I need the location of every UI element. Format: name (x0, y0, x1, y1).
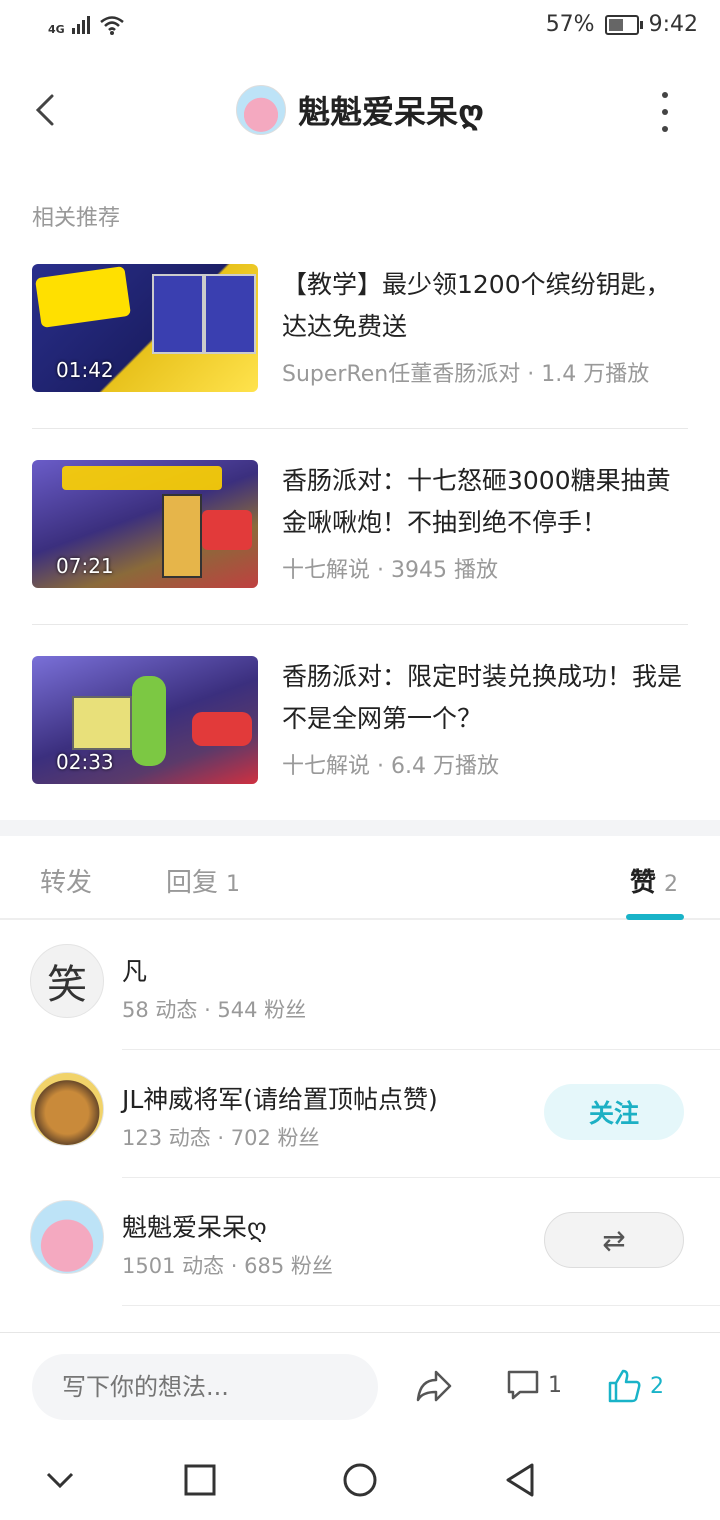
back-nav-icon[interactable] (502, 1462, 538, 1498)
tab-indicator (626, 914, 684, 920)
signal-icon (71, 16, 90, 34)
video-meta: 十七解说 · 6.4 万播放 (282, 754, 499, 779)
follow-button[interactable]: 关注 (544, 1084, 684, 1140)
video-plays: 1.4 万播放 (541, 362, 650, 387)
user-row[interactable]: 笑 凡 58 动态 · 544 粉丝 (0, 922, 720, 1050)
video-title: 香肠派对：限定时装兑换成功！我是不是全网第一个？ (282, 662, 683, 733)
video-title: 香肠派对：十七怒砸3000糖果抽黄金啾啾炮！不抽到绝不停手！ (282, 466, 671, 537)
video-author: 十七解说 (282, 754, 371, 779)
status-bar: 4G 57% 9:42 (0, 0, 720, 56)
avatar[interactable] (235, 85, 286, 135)
thumbs-up-icon (608, 1369, 641, 1403)
tab-label: 赞 (630, 868, 657, 898)
video-duration: 07:21 (56, 554, 114, 578)
battery-icon (604, 14, 643, 35)
share-icon (416, 1370, 452, 1402)
dot-icon (662, 109, 668, 115)
home-icon[interactable] (342, 1462, 378, 1498)
share-button[interactable] (414, 1368, 454, 1404)
avatar[interactable]: 笑 (30, 944, 104, 1018)
video-item[interactable]: 01:42 【教学】最少领1200个缤纷钥匙，达达免费送 SuperRen任董香… (32, 264, 688, 460)
user-name: 凡 (122, 957, 148, 986)
more-menu-button[interactable] (650, 92, 680, 132)
divider (122, 1305, 720, 1306)
comment-icon (507, 1370, 539, 1400)
tab-label: 回复 (166, 868, 219, 898)
chevron-down-icon[interactable] (44, 1468, 76, 1492)
page-title: 魁魁爱呆呆ღ (297, 93, 485, 131)
video-author: SuperRen任董香肠派对 (282, 362, 521, 387)
tab-count: 2 (664, 872, 679, 897)
video-thumbnail[interactable]: 02:33 (32, 656, 258, 784)
user-name: JL神威将军(请给置顶帖点赞) (122, 1085, 438, 1114)
user-name: 魁魁爱呆呆ღ (122, 1213, 267, 1242)
avatar-glyph: 笑 (47, 962, 87, 1008)
comment-button[interactable]: 1 (506, 1368, 562, 1402)
video-plays: 6.4 万播放 (391, 754, 499, 779)
system-nav-bar (0, 1440, 720, 1520)
video-duration: 02:33 (56, 750, 114, 774)
recent-apps-icon[interactable] (184, 1464, 216, 1496)
like-count: 2 (650, 1373, 664, 1399)
avatar[interactable] (30, 1072, 104, 1146)
divider (32, 428, 688, 429)
tab-repost[interactable]: 转发 (40, 862, 92, 899)
video-thumbnail[interactable]: 01:42 (32, 264, 258, 392)
user-meta: 1501 动态 · 685 粉丝 (122, 1254, 333, 1278)
video-duration: 01:42 (56, 358, 114, 382)
user-meta: 123 动态 · 702 粉丝 (122, 1126, 320, 1150)
network-indicator: 4G (48, 14, 125, 36)
video-meta: SuperRen任董香肠派对 · 1.4 万播放 (282, 362, 650, 387)
video-title: 【教学】最少领1200个缤纷钥匙，达达免费送 (282, 270, 671, 341)
dot-icon (662, 126, 668, 132)
divider (32, 624, 688, 625)
tab-label: 转发 (40, 868, 93, 898)
video-meta: 十七解说 · 3945 播放 (282, 558, 498, 583)
video-item[interactable]: 07:21 香肠派对：十七怒砸3000糖果抽黄金啾啾炮！不抽到绝不停手！ 十七解… (32, 460, 688, 656)
tab-divider (0, 918, 720, 920)
wifi-icon (99, 16, 124, 35)
clock: 9:42 (648, 12, 698, 37)
network-type: 4G (48, 23, 65, 36)
section-label: 相关推荐 (32, 206, 121, 231)
mutual-follow-button[interactable]: ⇄ (544, 1212, 684, 1268)
tab-reply[interactable]: 回复 1 (166, 862, 240, 899)
video-plays: 3945 播放 (391, 558, 498, 583)
bottom-divider (0, 1332, 720, 1333)
section-separator (0, 820, 720, 836)
user-row[interactable]: 魁魁爱呆呆ღ 1501 动态 · 685 粉丝 ⇄ (0, 1178, 720, 1306)
tab-count: 1 (226, 872, 241, 897)
user-meta: 58 动态 · 544 粉丝 (122, 998, 307, 1022)
dot-icon (662, 92, 668, 98)
status-right: 57% 9:42 (546, 12, 698, 37)
like-button[interactable]: 2 (606, 1368, 664, 1404)
video-thumbnail[interactable]: 07:21 (32, 460, 258, 588)
user-row[interactable]: JL神威将军(请给置顶帖点赞) 123 动态 · 702 粉丝 关注 (0, 1050, 720, 1178)
avatar[interactable] (30, 1200, 104, 1274)
header: 魁魁爱呆呆ღ (0, 82, 720, 138)
comment-input[interactable] (32, 1354, 378, 1420)
battery-percent: 57% (545, 12, 595, 37)
comment-count: 1 (548, 1372, 562, 1398)
video-author: 十七解说 (282, 558, 371, 583)
tab-like[interactable]: 赞2 (630, 862, 678, 899)
